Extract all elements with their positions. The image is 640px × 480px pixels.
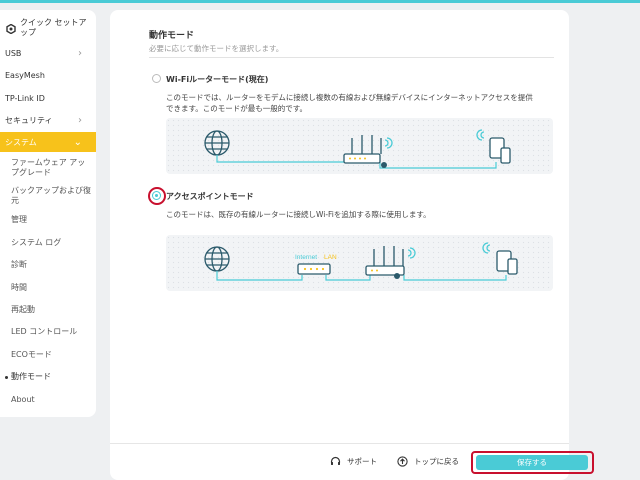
router-icon	[343, 135, 393, 164]
wired-router-icon	[297, 263, 331, 275]
chevron-down-icon: ⌄	[73, 136, 82, 148]
sidebar-item-usb[interactable]: USB ›	[0, 44, 96, 62]
support-link[interactable]: サポート	[330, 456, 377, 467]
router-mode-radio[interactable]	[152, 74, 161, 83]
save-highlight-box: 保存する	[471, 451, 594, 474]
sidebar-subitem-time[interactable]: 時間	[11, 283, 91, 293]
sidebar-subitem-led[interactable]: LED コントロール	[11, 327, 91, 337]
headset-icon	[330, 456, 341, 465]
chevron-right-icon: ›	[78, 114, 82, 126]
sidebar-subitem-backup[interactable]: バックアップおよび復元	[11, 186, 91, 206]
sidebar-subitem-firmware[interactable]: ファームウェア アップグレード	[11, 158, 91, 178]
sidebar-subitem-reboot[interactable]: 再起動	[11, 305, 91, 315]
save-button[interactable]: 保存する	[476, 455, 588, 470]
sidebar: クイック セットアップ USB › EasyMesh TP-Link ID セキ…	[0, 10, 96, 417]
sidebar-item-tplink-id[interactable]: TP-Link ID	[0, 89, 96, 107]
ap-mode-radio[interactable]	[152, 191, 161, 200]
sidebar-item-label: EasyMesh	[5, 70, 45, 80]
check-badge-icon	[381, 162, 387, 168]
sidebar-item-label: TP-Link ID	[5, 93, 45, 103]
sidebar-subitem-system-log[interactable]: システム ログ	[11, 238, 91, 248]
sidebar-item-system[interactable]: システム ⌄	[0, 132, 96, 152]
sidebar-subitem-operation-mode[interactable]: 動作モード	[11, 372, 91, 382]
back-to-top-label: トップに戻る	[414, 457, 459, 466]
chevron-right-icon: ›	[78, 47, 82, 59]
globe-icon	[204, 130, 230, 156]
router-mode-diagram	[166, 118, 553, 174]
gear-icon	[6, 24, 16, 34]
top-accent-bar	[0, 0, 640, 3]
devices-icon	[482, 242, 518, 275]
sidebar-subitem-eco[interactable]: ECOモード	[11, 350, 91, 360]
sidebar-subitem-admin[interactable]: 管理	[11, 215, 91, 225]
ap-mode-description: このモードは、既存の有線ルーターに接続しWi-Fiを追加する際に使用します。	[166, 210, 431, 219]
ap-mode-diagram: Internet LAN	[166, 235, 553, 291]
router-icon	[365, 246, 416, 276]
sidebar-item-label: クイック セットアップ	[20, 18, 87, 37]
sidebar-item-easymesh[interactable]: EasyMesh	[0, 66, 96, 84]
arrow-up-circle-icon	[397, 456, 408, 467]
lan-port-label: LAN	[324, 254, 337, 261]
main-panel: 動作モード 必要に応じて動作モードを選択します。 Wi-Fiルーターモード(現在…	[110, 10, 569, 480]
router-mode-desc-line2: できます。このモードが最も一般的です。	[166, 104, 307, 113]
active-indicator-dot	[5, 376, 8, 379]
sidebar-item-security[interactable]: セキュリティ ›	[0, 111, 96, 129]
ap-mode-label: アクセスポイントモード	[166, 192, 254, 201]
sidebar-subitem-diagnostics[interactable]: 診断	[11, 260, 91, 270]
support-label: サポート	[347, 457, 377, 466]
internet-port-label: Internet	[295, 254, 317, 261]
sidebar-item-quick-setup[interactable]: クイック セットアップ	[0, 16, 96, 42]
devices-icon	[476, 129, 511, 164]
sidebar-item-label: USB	[5, 48, 22, 58]
router-mode-label: Wi-Fiルーターモード(現在)	[166, 75, 269, 84]
page-subtitle: 必要に応じて動作モードを選択します。	[149, 44, 284, 53]
sidebar-item-label: システム	[5, 137, 37, 147]
router-mode-desc-line1: このモードでは、ルーターをモデムに接続し複数の有線および無線デバイスにインターネ…	[166, 93, 533, 102]
sidebar-subitem-about[interactable]: About	[11, 395, 91, 405]
check-badge-icon	[394, 273, 400, 279]
back-to-top-link[interactable]: トップに戻る	[397, 456, 459, 467]
sidebar-item-label: セキュリティ	[5, 115, 53, 125]
page-title: 動作モード	[149, 31, 195, 41]
router-mode-description: このモードでは、ルーターをモデムに接続し複数の有線および無線デバイスにインターネ…	[166, 92, 566, 114]
globe-icon	[204, 246, 230, 272]
divider	[149, 57, 554, 58]
footer-divider	[110, 443, 569, 444]
